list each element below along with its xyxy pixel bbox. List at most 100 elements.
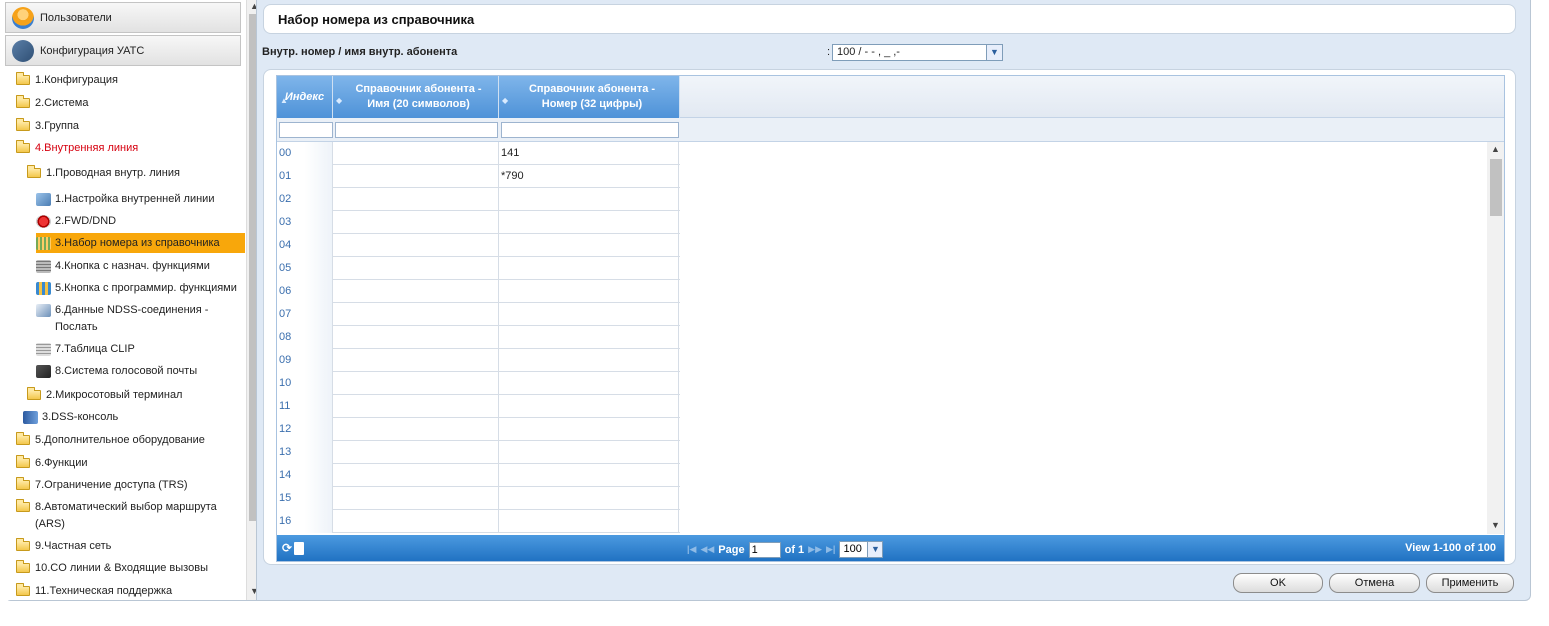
table-row[interactable]: 13 (277, 441, 680, 464)
tree-item-trs[interactable]: 7.Ограничение доступа (TRS) (16, 475, 188, 495)
tree-item-wired-extension[interactable]: 1.Проводная внутр. линия (27, 163, 180, 183)
tree-item-internal-line[interactable]: 4.Внутренняя линия (16, 138, 138, 158)
table-row[interactable]: 05 (277, 257, 680, 280)
table-row[interactable]: 04 (277, 234, 680, 257)
ok-button[interactable]: OK (1233, 573, 1323, 593)
folder-icon (16, 499, 30, 512)
table-row[interactable]: 01 *790 (277, 165, 680, 188)
table-row[interactable]: 06 (277, 280, 680, 303)
folder-icon (16, 583, 30, 596)
phone-settings-icon (36, 192, 51, 206)
filter-row (277, 118, 1504, 142)
sidebar: Пользователи Конфигурация УАТС 1.Конфигу… (5, 0, 257, 600)
records-count: View 1-100 of 100 (1405, 542, 1496, 554)
prev-page-icon[interactable]: ◀◀ (700, 544, 714, 555)
tree-item-ndss-data-send[interactable]: Послать (55, 317, 98, 337)
page-size-select[interactable]: 100 ▼ (839, 541, 884, 558)
page-title: Набор номера из справочника (263, 4, 1516, 34)
chevron-down-icon[interactable]: ▼ (986, 45, 1002, 60)
last-page-icon[interactable]: ▶| (826, 544, 835, 555)
tree-item-features[interactable]: 6.Функции (16, 453, 88, 473)
forward-icon (36, 214, 51, 228)
table-icon (36, 342, 51, 356)
grid-pager: ⟳ |◀ ◀◀ Page 1 of 1 ▶▶ ▶| 100 ▼ View 1-10… (277, 535, 1504, 561)
tree-item-programmable-buttons[interactable]: 5.Кнопка с программир. функциями (36, 278, 237, 298)
tree-item-configuration[interactable]: 1.Конфигурация (16, 70, 118, 90)
tree-item-private-network[interactable]: 9.Частная сеть (16, 536, 111, 556)
tree-item-co-lines[interactable]: 10.CO линии & Входящие вызовы (16, 558, 208, 578)
folder-icon (16, 538, 30, 551)
grid-scroll-thumb[interactable] (1490, 159, 1502, 216)
scroll-down-icon[interactable]: ▼ (1491, 520, 1500, 530)
tree-item-system[interactable]: 2.Система (16, 93, 88, 113)
sidebar-config-header[interactable]: Конфигурация УАТС (5, 35, 241, 66)
sidebar-scrollbar[interactable]: ▲ ▼ (246, 0, 256, 600)
table-row[interactable]: 02 (277, 188, 680, 211)
sort-icon: ◆ (502, 96, 509, 105)
pager-navigation: |◀ ◀◀ Page 1 of 1 ▶▶ ▶| 100 ▼ (687, 541, 884, 558)
column-header-index[interactable]: ▲ Индекс (277, 76, 333, 118)
extension-select[interactable]: 100 / - - , _ ,- ▼ (832, 44, 1003, 61)
tree-item-dect[interactable]: 2.Микросотовый терминал (27, 385, 182, 405)
grid-header: ▲ Индекс ◆ Справочник абонента - Имя (20 с… (277, 76, 1504, 118)
first-page-icon[interactable]: |◀ (687, 544, 696, 555)
table-row[interactable]: 07 (277, 303, 680, 326)
next-page-icon[interactable]: ▶▶ (808, 544, 822, 555)
scroll-down-icon[interactable]: ▼ (250, 586, 256, 596)
document-icon[interactable] (294, 542, 304, 555)
tree-item-group[interactable]: 3.Группа (16, 116, 79, 136)
sidebar-users-header[interactable]: Пользователи (5, 2, 241, 33)
tree-item-fwd-dnd[interactable]: 2.FWD/DND (36, 211, 116, 231)
filter-index-input[interactable] (279, 122, 333, 138)
filter-number-input[interactable] (501, 122, 679, 138)
apply-button[interactable]: Применить (1426, 573, 1514, 593)
table-row[interactable]: 14 (277, 464, 680, 487)
cancel-button[interactable]: Отмена (1329, 573, 1420, 593)
chevron-down-icon[interactable]: ▼ (867, 542, 883, 557)
folder-icon (16, 432, 30, 445)
sidebar-scroll-thumb[interactable] (249, 14, 256, 521)
page-of-label: of 1 (784, 543, 805, 556)
table-row[interactable]: 03 (277, 211, 680, 234)
table-row[interactable]: 08 (277, 326, 680, 349)
sort-icon: ◆ (336, 96, 343, 105)
tree-item-maintenance[interactable]: 11.Техническая поддержка (16, 581, 172, 600)
grid-scrollbar[interactable]: ▲ ▼ (1487, 142, 1504, 534)
grid-body: 00 141 01 *790 02 03 04 05 06 07 08 09 10 … (277, 142, 1504, 534)
tree-item-optional-equipment[interactable]: 5.Дополнительное оборудование (16, 430, 205, 450)
voicemail-icon (36, 364, 51, 378)
tree-item-ars-cont[interactable]: (ARS) (35, 514, 65, 534)
table-row[interactable]: 09 (277, 349, 680, 372)
folder-open-icon (16, 140, 30, 153)
page-number-input[interactable]: 1 (748, 541, 781, 558)
config-icon (12, 39, 34, 62)
users-icon (12, 6, 34, 29)
folder-icon (27, 387, 41, 400)
column-header-name[interactable]: ◆ Справочник абонента - Имя (20 символов) (333, 76, 499, 118)
scroll-up-icon[interactable]: ▲ (1491, 144, 1500, 154)
tree-item-extension-settings[interactable]: 1.Настройка внутренней линии (36, 189, 214, 209)
sort-asc-icon: ▲ (280, 96, 288, 105)
sidebar-users-label: Пользователи (40, 11, 112, 24)
table-row[interactable]: 12 (277, 418, 680, 441)
filter-name-input[interactable] (335, 122, 498, 138)
table-row[interactable]: 15 (277, 487, 680, 510)
keypad-icon (36, 259, 51, 273)
send-data-icon (36, 303, 51, 317)
console-icon (23, 410, 38, 424)
scroll-up-icon[interactable]: ▲ (250, 1, 256, 11)
tree-item-flexible-buttons[interactable]: 4.Кнопка с назнач. функциями (36, 256, 210, 276)
table-row[interactable]: 16 (277, 510, 680, 533)
table-row[interactable]: 11 (277, 395, 680, 418)
table-row[interactable]: 10 (277, 372, 680, 395)
column-header-number[interactable]: ◆ Справочник абонента - Номер (32 цифры) (499, 76, 680, 118)
refresh-icon[interactable]: ⟳ (282, 541, 292, 555)
directory-icon (36, 236, 51, 250)
tree-item-voicemail[interactable]: 8.Система голосовой почты (36, 361, 197, 381)
tree-item-dss-console[interactable]: 3.DSS-консоль (23, 407, 118, 427)
extension-colon: : (827, 46, 831, 58)
keypad-icon (36, 281, 51, 295)
tree-item-clip-table[interactable]: 7.Таблица CLIP (36, 339, 135, 359)
tree-item-speed-dial[interactable]: 3.Набор номера из справочника (36, 233, 245, 253)
table-row[interactable]: 00 141 (277, 142, 680, 165)
